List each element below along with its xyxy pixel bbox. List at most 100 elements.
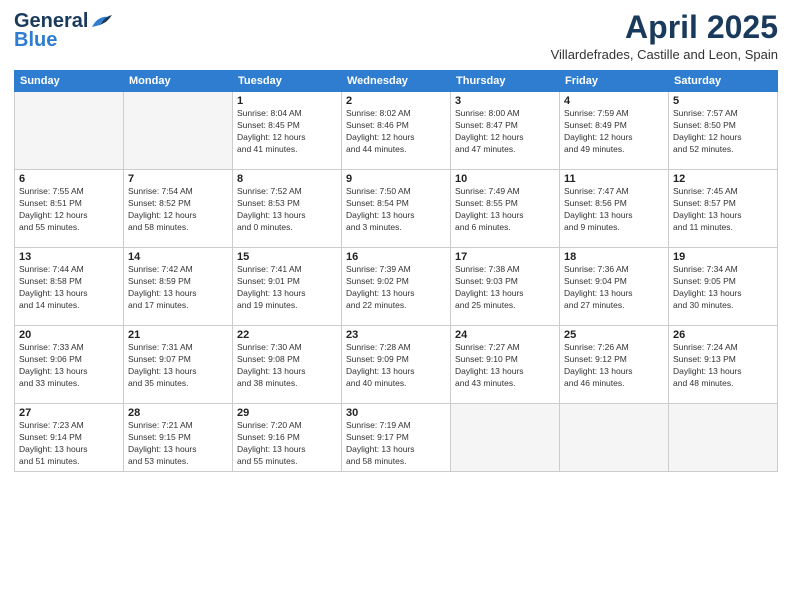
day-number: 9	[346, 173, 446, 185]
col-sunday: Sunday	[15, 71, 124, 92]
day-number: 12	[673, 173, 773, 185]
day-info: Sunrise: 7:36 AMSunset: 9:04 PMDaylight:…	[564, 264, 664, 312]
day-info: Sunrise: 8:02 AMSunset: 8:46 PMDaylight:…	[346, 108, 446, 156]
calendar-cell: 3Sunrise: 8:00 AMSunset: 8:47 PMDaylight…	[451, 92, 560, 170]
calendar-cell: 23Sunrise: 7:28 AMSunset: 9:09 PMDayligh…	[342, 326, 451, 404]
calendar-cell	[669, 404, 778, 472]
calendar-cell: 11Sunrise: 7:47 AMSunset: 8:56 PMDayligh…	[560, 170, 669, 248]
calendar-cell: 7Sunrise: 7:54 AMSunset: 8:52 PMDaylight…	[124, 170, 233, 248]
day-info: Sunrise: 7:44 AMSunset: 8:58 PMDaylight:…	[19, 264, 119, 312]
day-number: 27	[19, 407, 119, 419]
title-block: April 2025 Villardefrades, Castille and …	[551, 10, 778, 62]
day-info: Sunrise: 7:45 AMSunset: 8:57 PMDaylight:…	[673, 186, 773, 234]
logo-text-blue: Blue	[14, 29, 57, 52]
day-info: Sunrise: 7:47 AMSunset: 8:56 PMDaylight:…	[564, 186, 664, 234]
calendar-cell: 19Sunrise: 7:34 AMSunset: 9:05 PMDayligh…	[669, 248, 778, 326]
header: General Blue April 2025 Villardefrades, …	[14, 10, 778, 62]
day-number: 22	[237, 329, 337, 341]
day-number: 3	[455, 95, 555, 107]
col-friday: Friday	[560, 71, 669, 92]
day-number: 17	[455, 251, 555, 263]
calendar-cell: 5Sunrise: 7:57 AMSunset: 8:50 PMDaylight…	[669, 92, 778, 170]
day-info: Sunrise: 7:42 AMSunset: 8:59 PMDaylight:…	[128, 264, 228, 312]
day-number: 23	[346, 329, 446, 341]
calendar-cell: 1Sunrise: 8:04 AMSunset: 8:45 PMDaylight…	[233, 92, 342, 170]
calendar-cell: 14Sunrise: 7:42 AMSunset: 8:59 PMDayligh…	[124, 248, 233, 326]
logo-bird-icon	[90, 13, 112, 29]
day-info: Sunrise: 7:52 AMSunset: 8:53 PMDaylight:…	[237, 186, 337, 234]
calendar-cell	[560, 404, 669, 472]
day-number: 1	[237, 95, 337, 107]
calendar-cell: 20Sunrise: 7:33 AMSunset: 9:06 PMDayligh…	[15, 326, 124, 404]
col-tuesday: Tuesday	[233, 71, 342, 92]
day-info: Sunrise: 7:59 AMSunset: 8:49 PMDaylight:…	[564, 108, 664, 156]
day-info: Sunrise: 7:19 AMSunset: 9:17 PMDaylight:…	[346, 420, 446, 468]
col-saturday: Saturday	[669, 71, 778, 92]
calendar-cell: 17Sunrise: 7:38 AMSunset: 9:03 PMDayligh…	[451, 248, 560, 326]
calendar-cell: 22Sunrise: 7:30 AMSunset: 9:08 PMDayligh…	[233, 326, 342, 404]
logo: General Blue	[14, 10, 112, 52]
day-info: Sunrise: 7:34 AMSunset: 9:05 PMDaylight:…	[673, 264, 773, 312]
calendar-cell: 10Sunrise: 7:49 AMSunset: 8:55 PMDayligh…	[451, 170, 560, 248]
calendar-cell: 6Sunrise: 7:55 AMSunset: 8:51 PMDaylight…	[15, 170, 124, 248]
calendar-cell: 30Sunrise: 7:19 AMSunset: 9:17 PMDayligh…	[342, 404, 451, 472]
day-info: Sunrise: 7:55 AMSunset: 8:51 PMDaylight:…	[19, 186, 119, 234]
calendar-cell: 12Sunrise: 7:45 AMSunset: 8:57 PMDayligh…	[669, 170, 778, 248]
day-info: Sunrise: 7:26 AMSunset: 9:12 PMDaylight:…	[564, 342, 664, 390]
day-number: 19	[673, 251, 773, 263]
day-number: 29	[237, 407, 337, 419]
day-number: 18	[564, 251, 664, 263]
calendar-cell: 25Sunrise: 7:26 AMSunset: 9:12 PMDayligh…	[560, 326, 669, 404]
day-info: Sunrise: 7:33 AMSunset: 9:06 PMDaylight:…	[19, 342, 119, 390]
day-info: Sunrise: 7:28 AMSunset: 9:09 PMDaylight:…	[346, 342, 446, 390]
day-info: Sunrise: 8:04 AMSunset: 8:45 PMDaylight:…	[237, 108, 337, 156]
calendar-header-row: Sunday Monday Tuesday Wednesday Thursday…	[15, 71, 778, 92]
day-info: Sunrise: 7:27 AMSunset: 9:10 PMDaylight:…	[455, 342, 555, 390]
day-info: Sunrise: 7:50 AMSunset: 8:54 PMDaylight:…	[346, 186, 446, 234]
day-info: Sunrise: 7:54 AMSunset: 8:52 PMDaylight:…	[128, 186, 228, 234]
day-number: 26	[673, 329, 773, 341]
day-number: 20	[19, 329, 119, 341]
day-number: 14	[128, 251, 228, 263]
calendar-cell: 29Sunrise: 7:20 AMSunset: 9:16 PMDayligh…	[233, 404, 342, 472]
day-info: Sunrise: 7:39 AMSunset: 9:02 PMDaylight:…	[346, 264, 446, 312]
col-wednesday: Wednesday	[342, 71, 451, 92]
day-info: Sunrise: 7:38 AMSunset: 9:03 PMDaylight:…	[455, 264, 555, 312]
day-number: 28	[128, 407, 228, 419]
month-title: April 2025	[551, 10, 778, 45]
calendar-cell: 24Sunrise: 7:27 AMSunset: 9:10 PMDayligh…	[451, 326, 560, 404]
day-number: 10	[455, 173, 555, 185]
day-info: Sunrise: 7:20 AMSunset: 9:16 PMDaylight:…	[237, 420, 337, 468]
calendar-cell	[15, 92, 124, 170]
day-info: Sunrise: 7:57 AMSunset: 8:50 PMDaylight:…	[673, 108, 773, 156]
page: General Blue April 2025 Villardefrades, …	[0, 0, 792, 612]
day-number: 2	[346, 95, 446, 107]
day-number: 11	[564, 173, 664, 185]
day-info: Sunrise: 7:49 AMSunset: 8:55 PMDaylight:…	[455, 186, 555, 234]
calendar-cell: 21Sunrise: 7:31 AMSunset: 9:07 PMDayligh…	[124, 326, 233, 404]
day-info: Sunrise: 7:23 AMSunset: 9:14 PMDaylight:…	[19, 420, 119, 468]
day-info: Sunrise: 7:41 AMSunset: 9:01 PMDaylight:…	[237, 264, 337, 312]
calendar-cell: 27Sunrise: 7:23 AMSunset: 9:14 PMDayligh…	[15, 404, 124, 472]
calendar-cell: 18Sunrise: 7:36 AMSunset: 9:04 PMDayligh…	[560, 248, 669, 326]
day-number: 16	[346, 251, 446, 263]
day-info: Sunrise: 7:31 AMSunset: 9:07 PMDaylight:…	[128, 342, 228, 390]
col-thursday: Thursday	[451, 71, 560, 92]
day-number: 15	[237, 251, 337, 263]
day-info: Sunrise: 8:00 AMSunset: 8:47 PMDaylight:…	[455, 108, 555, 156]
calendar-cell: 8Sunrise: 7:52 AMSunset: 8:53 PMDaylight…	[233, 170, 342, 248]
calendar-cell: 16Sunrise: 7:39 AMSunset: 9:02 PMDayligh…	[342, 248, 451, 326]
calendar-table: Sunday Monday Tuesday Wednesday Thursday…	[14, 70, 778, 472]
calendar-cell	[124, 92, 233, 170]
day-number: 21	[128, 329, 228, 341]
day-number: 30	[346, 407, 446, 419]
calendar-cell: 13Sunrise: 7:44 AMSunset: 8:58 PMDayligh…	[15, 248, 124, 326]
day-number: 8	[237, 173, 337, 185]
day-number: 4	[564, 95, 664, 107]
col-monday: Monday	[124, 71, 233, 92]
calendar-cell	[451, 404, 560, 472]
day-info: Sunrise: 7:24 AMSunset: 9:13 PMDaylight:…	[673, 342, 773, 390]
calendar-cell: 26Sunrise: 7:24 AMSunset: 9:13 PMDayligh…	[669, 326, 778, 404]
calendar-cell: 2Sunrise: 8:02 AMSunset: 8:46 PMDaylight…	[342, 92, 451, 170]
day-number: 6	[19, 173, 119, 185]
